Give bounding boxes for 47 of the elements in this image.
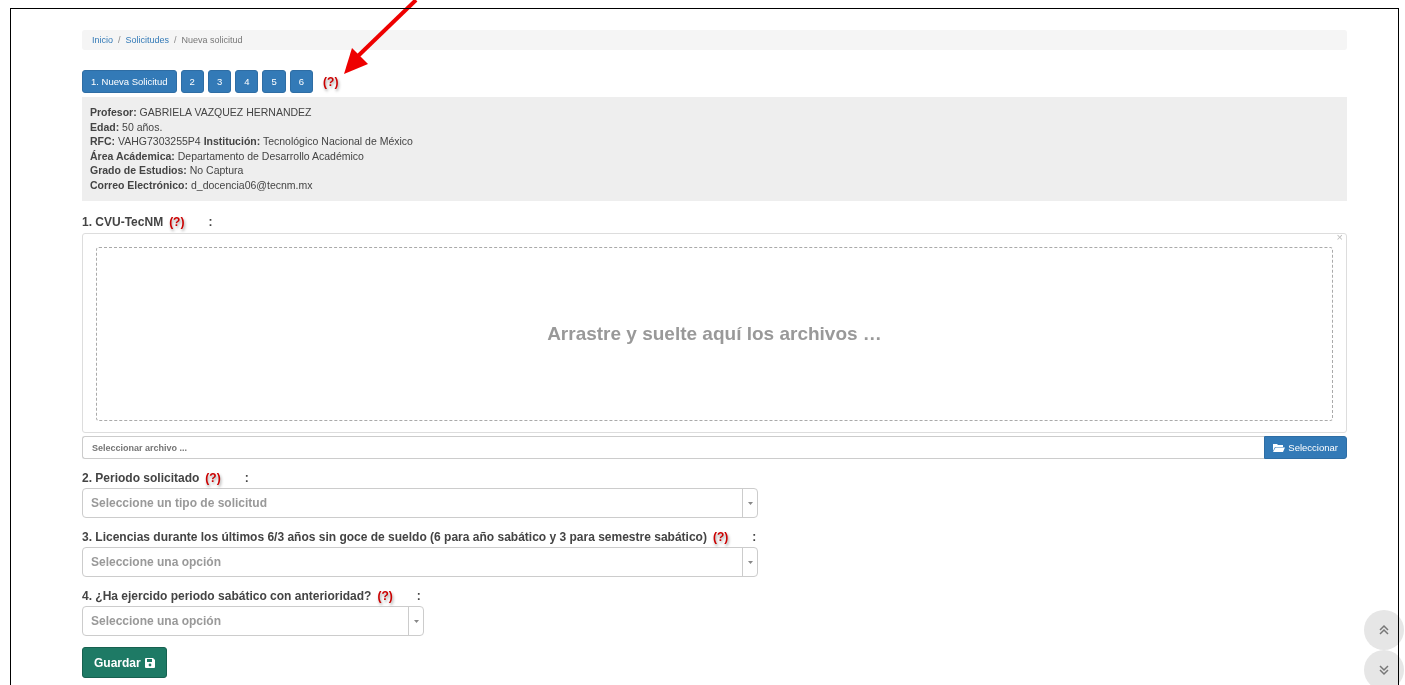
- help-link[interactable]: (?): [205, 471, 221, 485]
- field-label: 1. CVU-TecNM: [82, 215, 164, 229]
- step-tab[interactable]: 6: [289, 70, 314, 93]
- colon: :: [244, 471, 249, 485]
- profile-line: RFC: VAHG7303255P4 Institución: Tecnológico Nacional de México: [90, 134, 414, 149]
- select-field[interactable]: Seleccione una opción: [82, 606, 424, 636]
- caret-icon: [747, 501, 753, 505]
- colon: :: [416, 589, 421, 603]
- field-label: 4. ¿Ha ejercido periodo sabático con anterioridad?: [82, 589, 372, 603]
- caret-icon: [413, 619, 419, 623]
- colon: :: [208, 215, 213, 229]
- select-field[interactable]: Seleccione una opción: [82, 547, 758, 577]
- drop-text: Arrastre y suelte aquí los archivos …: [547, 323, 882, 345]
- profile-line: Edad: 50 años.: [90, 119, 164, 134]
- profile-line: Grado de Estudios: No Captura: [90, 163, 245, 178]
- breadcrumb-separator: /: [118, 35, 121, 45]
- scroll-down-button[interactable]: [1364, 650, 1404, 685]
- colon: :: [752, 530, 757, 544]
- floppy-icon: [144, 657, 155, 668]
- profile-line: Área Acádemica: Departamento de Desarrollo Académico: [90, 148, 365, 163]
- double-chevron-down-icon: [1378, 664, 1390, 676]
- profile-line: Correo Electrónico: d_docencia06@tecnm.mx: [90, 177, 314, 192]
- file-field[interactable]: Seleccionar archivo ...: [82, 436, 1265, 459]
- step-tab[interactable]: 5: [262, 70, 286, 93]
- folder-icon: [1273, 443, 1286, 452]
- select-file-button[interactable]: Seleccionar: [1264, 436, 1347, 459]
- field-label: 3. Licencias durante los últimos 6/3 años sin goce de sueldo (6 para año sabático y 3 para semestre sabático): [82, 530, 707, 544]
- caret-icon: [747, 560, 753, 564]
- scroll-up-button[interactable]: [1364, 610, 1404, 650]
- help-link[interactable]: (?): [323, 74, 339, 89]
- breadcrumb-link[interactable]: Solicitudes: [125, 35, 170, 45]
- breadcrumb-separator: /: [174, 35, 177, 45]
- double-chevron-up-icon: [1378, 624, 1390, 636]
- step-tab[interactable]: 4: [235, 70, 259, 93]
- step-tab[interactable]: 3: [207, 70, 232, 93]
- help-link[interactable]: (?): [712, 530, 729, 544]
- field-label: 2. Periodo solicitado: [82, 471, 200, 485]
- select-field[interactable]: Seleccione un tipo de solicitud: [82, 488, 758, 518]
- breadcrumb-current: Nueva solicitud: [181, 35, 243, 45]
- step-tab[interactable]: 2: [180, 70, 204, 93]
- breadcrumb-link[interactable]: Inicio: [92, 35, 113, 45]
- profile-line: Profesor: GABRIELA VAZQUEZ HERNANDEZ: [90, 105, 313, 120]
- help-link[interactable]: (?): [377, 589, 393, 603]
- step-tab[interactable]: 1. Nueva Solicitud: [82, 70, 177, 93]
- help-link[interactable]: (?): [169, 215, 185, 229]
- save-button[interactable]: Guardar: [82, 647, 167, 678]
- drop-zone[interactable]: × Arrastre y suelte aquí los archivos …: [82, 233, 1347, 433]
